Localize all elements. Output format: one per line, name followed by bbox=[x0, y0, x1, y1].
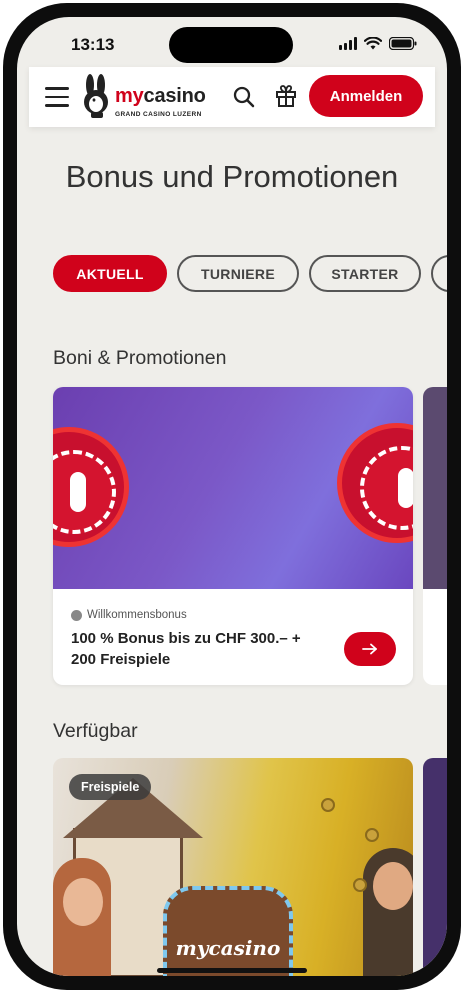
logo-wordmark: mycasino bbox=[115, 85, 206, 107]
tab-turniere[interactable]: TURNIERE bbox=[177, 255, 299, 292]
dynamic-island bbox=[169, 27, 293, 63]
promo-card[interactable]: Willkommensbonus 100 % Bonus bis zu CHF … bbox=[53, 387, 413, 685]
coin-icon bbox=[321, 798, 335, 812]
screen: 13:13 mycasino GRAND CASINO LUZERN Anmel… bbox=[17, 17, 447, 976]
section-title-promotions: Boni & Promotionen bbox=[53, 347, 227, 369]
logo-subtitle: GRAND CASINO LUZERN bbox=[115, 111, 202, 118]
casino-chip-icon bbox=[337, 423, 413, 543]
character-right bbox=[363, 848, 413, 976]
login-button[interactable]: Anmelden bbox=[309, 75, 423, 117]
search-icon[interactable] bbox=[233, 86, 255, 108]
tab-more[interactable] bbox=[431, 255, 447, 292]
battery-icon bbox=[389, 37, 417, 50]
coin-icon bbox=[365, 828, 379, 842]
status-icons bbox=[339, 37, 417, 50]
game-card[interactable]: mycasino Freispiele bbox=[53, 758, 413, 976]
site-header: mycasino GRAND CASINO LUZERN Anmelden bbox=[29, 67, 435, 127]
section-title-available: Verfügbar bbox=[53, 720, 138, 742]
promo-card-image bbox=[53, 387, 413, 589]
character-left bbox=[53, 858, 111, 976]
home-indicator bbox=[157, 968, 307, 973]
menu-icon[interactable] bbox=[45, 87, 69, 107]
status-time: 13:13 bbox=[71, 35, 115, 54]
casino-chip-icon bbox=[53, 427, 129, 547]
mycasino-logo[interactable]: mycasino GRAND CASINO LUZERN bbox=[79, 73, 209, 121]
gingerbread-heart-logo: mycasino bbox=[163, 886, 293, 976]
bunny-logo-icon bbox=[84, 74, 108, 118]
promo-card-next[interactable] bbox=[423, 387, 447, 685]
cellular-signal-icon bbox=[339, 37, 357, 50]
filter-tabs: AKTUELL TURNIERE STARTER bbox=[53, 255, 447, 292]
game-card-next[interactable] bbox=[423, 758, 447, 976]
phone-frame: 13:13 mycasino GRAND CASINO LUZERN Anmel… bbox=[3, 3, 461, 990]
coin-icon bbox=[353, 878, 367, 892]
gift-icon[interactable] bbox=[275, 84, 297, 108]
page-title: Bonus und Promotionen bbox=[65, 159, 399, 194]
arrow-right-icon bbox=[362, 643, 377, 655]
promo-open-button[interactable] bbox=[344, 632, 396, 666]
wifi-icon bbox=[364, 37, 382, 50]
tab-aktuell[interactable]: AKTUELL bbox=[53, 255, 167, 292]
freespins-badge: Freispiele bbox=[69, 774, 152, 800]
promo-category: Willkommensbonus bbox=[71, 609, 187, 621]
promo-title: 100 % Bonus bis zu CHF 300.– + 200 Freis… bbox=[71, 630, 301, 668]
category-icon bbox=[71, 609, 82, 621]
tab-starter[interactable]: STARTER bbox=[309, 255, 421, 292]
